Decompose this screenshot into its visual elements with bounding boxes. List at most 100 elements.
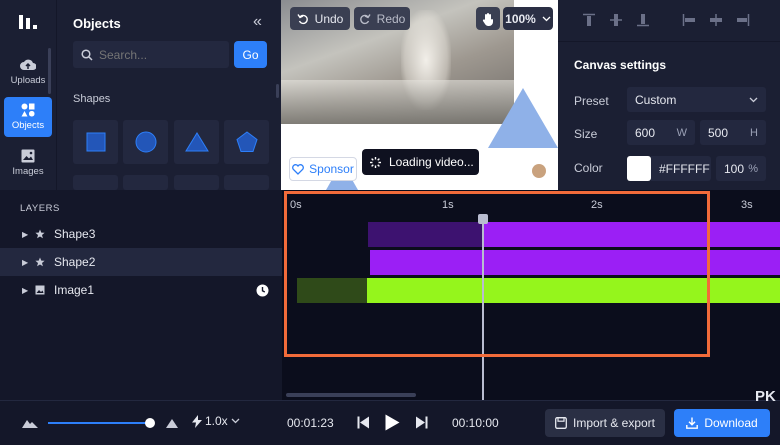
expand-arrow-icon[interactable]: ▶ xyxy=(22,258,28,267)
rail-objects-label: Objects xyxy=(11,120,45,131)
pentagon-shape-icon xyxy=(235,131,258,152)
speed-value: 1.0x xyxy=(205,414,228,428)
layer-row-shape3[interactable]: ▶ Shape3 xyxy=(0,220,282,248)
star-icon xyxy=(35,229,45,239)
redo-button[interactable]: Redo xyxy=(354,7,410,30)
zoom-select[interactable]: 100% xyxy=(503,7,553,30)
redo-label: Redo xyxy=(376,11,406,26)
shape-tile-row2-3[interactable] xyxy=(174,175,219,190)
zoom-slider-track[interactable] xyxy=(48,422,152,424)
clock-icon[interactable] xyxy=(256,284,269,297)
collapse-panel-icon[interactable]: « xyxy=(253,13,262,31)
download-label: Download xyxy=(704,416,758,430)
search-input[interactable] xyxy=(99,47,219,62)
rail-item-images[interactable]: Images xyxy=(4,143,52,183)
layers-heading: LAYERS xyxy=(20,203,60,214)
import-export-button[interactable]: Import & export xyxy=(545,409,665,437)
shape-tile-circle[interactable] xyxy=(123,120,168,164)
circle-shape-icon xyxy=(135,131,156,153)
shapes-heading: Shapes xyxy=(73,93,111,105)
objects-panel-title: Objects xyxy=(73,16,121,31)
undo-button[interactable]: Undo xyxy=(290,7,350,30)
layer-name: Image1 xyxy=(54,283,95,297)
sponsor-button[interactable]: Sponsor xyxy=(289,157,357,181)
panel-scrollbar[interactable] xyxy=(276,84,279,98)
objects-icon xyxy=(21,103,35,117)
tick-label: 3s xyxy=(741,199,753,211)
go-button[interactable]: Go xyxy=(234,41,267,68)
shape-tile-pentagon[interactable] xyxy=(224,120,269,164)
zoom-slider-thumb[interactable] xyxy=(145,418,155,428)
zoom-out-mountains-icon[interactable] xyxy=(22,417,38,429)
right-panel: Canvas settings Preset Custom Size 600 W… xyxy=(558,0,780,190)
total-time: 00:10:00 xyxy=(452,416,499,430)
align-right-icon[interactable] xyxy=(736,13,750,27)
layer-name: Shape3 xyxy=(54,227,96,241)
expand-arrow-icon[interactable]: ▶ xyxy=(22,286,28,295)
height-value: 500 xyxy=(708,125,729,140)
width-unit: W xyxy=(676,126,687,139)
lightning-icon xyxy=(192,414,202,428)
canvas-settings-title: Canvas settings xyxy=(574,58,667,72)
size-label: Size xyxy=(574,127,598,141)
rail-item-uploads[interactable]: Uploads xyxy=(4,52,52,92)
shape-tile-row2-4[interactable] xyxy=(224,175,269,190)
rail-item-objects[interactable]: Objects xyxy=(4,97,52,137)
chevron-down-icon xyxy=(231,418,240,424)
redo-icon xyxy=(359,13,371,24)
layer-row-shape2[interactable]: ▶ Shape2 xyxy=(0,248,282,276)
speed-select[interactable]: 1.0x xyxy=(192,414,240,428)
undo-icon xyxy=(297,13,308,24)
layer-row-image1[interactable]: ▶ Image1 xyxy=(0,276,282,304)
height-unit: H xyxy=(750,126,758,139)
pan-tool-button[interactable] xyxy=(476,7,500,30)
expand-arrow-icon[interactable]: ▶ xyxy=(22,230,28,239)
shape-tile-row2-2[interactable] xyxy=(123,175,168,190)
align-middle-icon[interactable] xyxy=(609,13,623,27)
heart-icon xyxy=(292,163,305,175)
app-logo-icon xyxy=(18,12,38,37)
align-left-icon[interactable] xyxy=(682,13,696,27)
triangle-shape-icon xyxy=(184,132,209,152)
play-icon[interactable] xyxy=(385,414,400,431)
preset-label: Preset xyxy=(574,94,609,108)
search-box[interactable] xyxy=(73,41,229,68)
rail-uploads-label: Uploads xyxy=(10,75,46,86)
timeline[interactable]: 0s 1s 2s 3s xyxy=(282,190,780,400)
image-clouds xyxy=(281,80,514,124)
loading-toast: Loading video... xyxy=(362,149,479,175)
highlight-box xyxy=(284,191,710,357)
color-swatch[interactable] xyxy=(627,156,651,181)
align-top-icon[interactable] xyxy=(582,13,596,27)
height-field[interactable]: 500 H xyxy=(700,120,766,145)
download-icon xyxy=(686,417,699,429)
opacity-field[interactable]: 100 % xyxy=(716,156,766,181)
square-shape-icon xyxy=(86,132,105,152)
opacity-unit: % xyxy=(748,162,758,175)
shape-tile-square[interactable] xyxy=(73,120,118,164)
image-icon xyxy=(21,149,35,163)
avatar xyxy=(531,164,546,178)
shape-tile-row2-1[interactable] xyxy=(73,175,118,190)
loading-text: Loading video... xyxy=(389,155,474,169)
layers-panel: LAYERS ▶ Shape3 ▶ Shape2 ▶ Image1 xyxy=(0,190,282,400)
width-field[interactable]: 600 W xyxy=(627,120,695,145)
shape-tile-triangle[interactable] xyxy=(174,120,219,164)
preset-value: Custom xyxy=(635,92,677,107)
skip-back-icon[interactable] xyxy=(357,416,369,429)
color-label: Color xyxy=(574,161,603,175)
align-bottom-icon[interactable] xyxy=(636,13,650,27)
spinner-icon xyxy=(370,156,381,168)
zoom-value: 100% xyxy=(505,11,536,26)
hand-icon xyxy=(482,12,493,26)
download-button[interactable]: Download xyxy=(674,409,770,437)
color-hex-field[interactable]: #FFFFFF xyxy=(651,156,711,181)
import-export-label: Import & export xyxy=(572,416,656,430)
zoom-in-mountain-icon[interactable] xyxy=(166,417,178,429)
user-badge[interactable]: Alyssa X xyxy=(482,162,552,180)
preset-select[interactable]: Custom xyxy=(627,87,766,112)
timeline-scrollbar[interactable] xyxy=(286,393,416,397)
skip-forward-icon[interactable] xyxy=(416,416,428,429)
sponsor-label: Sponsor xyxy=(309,162,354,176)
align-center-icon[interactable] xyxy=(709,13,723,27)
